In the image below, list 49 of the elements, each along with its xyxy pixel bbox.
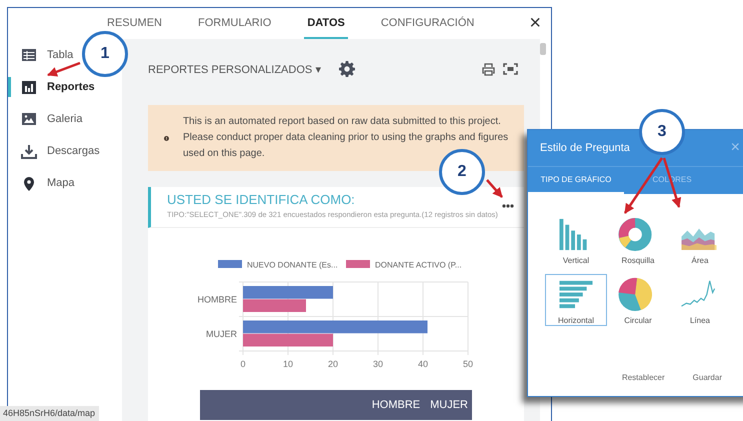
question-title: USTED SE IDENTIFICA COMO: — [167, 192, 356, 207]
dialog-button[interactable]: Restablecer — [622, 373, 665, 382]
image-icon — [21, 112, 37, 126]
chart-type-option[interactable]: Circular — [607, 274, 669, 326]
sidebar-item[interactable]: Descargas — [8, 141, 102, 161]
report-menu[interactable]: REPORTES PERSONALIZADOS ▾ — [148, 62, 322, 76]
tick-label: 20 — [328, 359, 338, 369]
chart-type-option[interactable]: Horizontal — [545, 274, 607, 326]
column-header: MUJER — [430, 399, 468, 411]
tick-label: 50 — [463, 359, 473, 369]
scrollbar-thumb[interactable] — [540, 43, 546, 55]
legend-label: NUEVO DONANTE (Es... — [247, 260, 338, 270]
arrow — [486, 179, 503, 198]
axis-label: HOMBRE — [197, 294, 237, 304]
step-marker: 1 — [82, 31, 128, 77]
column-header: HOMBRE — [372, 399, 420, 411]
dialog-title: Estilo de Pregunta — [540, 142, 631, 154]
legend-label: DONANTE ACTIVO (P... — [375, 260, 462, 270]
fullscreen-icon[interactable] — [503, 63, 518, 75]
map-pin-icon — [21, 176, 37, 190]
table-icon — [21, 48, 37, 62]
bar-chart-icon — [21, 80, 37, 94]
tick-label: 10 — [283, 359, 293, 369]
sidebar-item[interactable]: Reportes — [8, 77, 97, 97]
tick-label: 30 — [373, 359, 383, 369]
chart-type-option[interactable]: Rosquilla — [607, 214, 669, 266]
arrow — [47, 62, 80, 77]
chart-type-option[interactable]: Vertical — [545, 214, 607, 266]
tab[interactable]: CONFIGURACIÓN — [378, 8, 478, 39]
step-marker: 3 — [639, 109, 685, 155]
close-button[interactable]: × — [523, 8, 547, 39]
more-icon[interactable] — [502, 204, 514, 208]
bar — [243, 299, 306, 312]
dialog-button[interactable]: Guardar — [692, 373, 722, 382]
axis-label: MUJER — [206, 328, 237, 339]
legend-item[interactable]: DONANTE ACTIVO (P... — [346, 260, 462, 270]
chart-type-option[interactable]: Área — [669, 214, 731, 266]
status-url: 46H85nSrH6/data/map — [0, 406, 100, 421]
download-icon — [21, 144, 37, 158]
print-icon[interactable] — [482, 62, 495, 76]
tab[interactable]: FORMULARIO — [195, 8, 274, 39]
legend-item[interactable]: NUEVO DONANTE (Es... — [218, 260, 338, 270]
tick-label: 0 — [240, 359, 246, 369]
tick-label: 40 — [418, 359, 428, 369]
sidebar-item[interactable]: Galeria — [8, 109, 84, 129]
settings-icon[interactable] — [339, 61, 356, 77]
sidebar-item[interactable]: Tabla — [8, 45, 76, 65]
sidebar-item[interactable]: Mapa — [8, 173, 77, 193]
chart-type-option[interactable]: Línea — [669, 274, 731, 326]
